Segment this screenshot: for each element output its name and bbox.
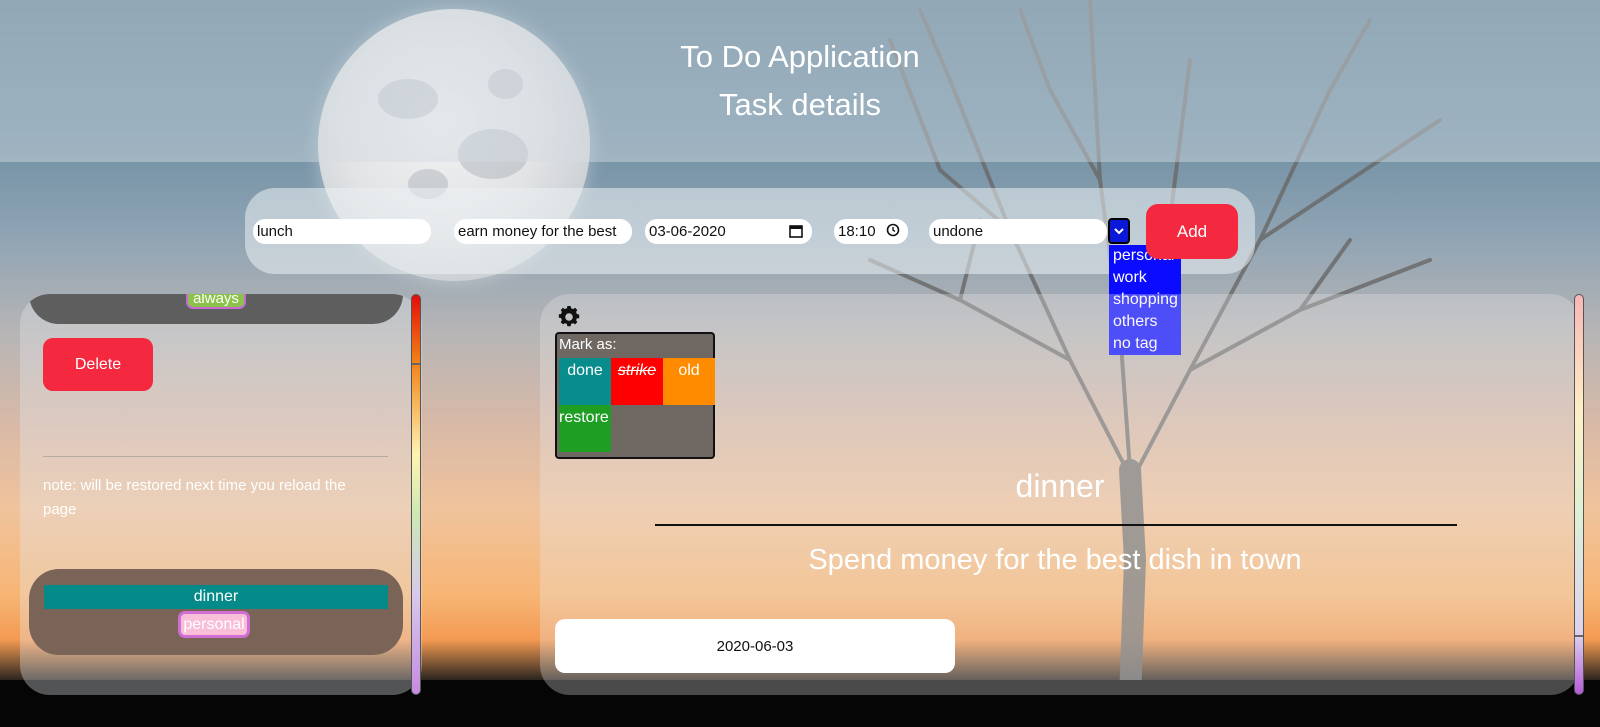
- mark-as-label: Mark as:: [559, 336, 617, 353]
- mark-strike-button[interactable]: strike: [611, 358, 663, 405]
- scrollbar-thumb[interactable]: [1575, 635, 1583, 637]
- task-list-panel: always Delete note: will be restored nex…: [20, 294, 422, 695]
- title-input[interactable]: lunch: [253, 219, 431, 244]
- task-details-panel: Mark as: done strike old restore dinner …: [540, 294, 1580, 695]
- calendar-icon[interactable]: [788, 223, 804, 239]
- task-description: Spend money for the best dish in town: [808, 544, 1302, 576]
- tag-badge: always: [186, 294, 246, 309]
- mark-restore-button[interactable]: restore: [559, 405, 611, 452]
- task-card-title: dinner: [44, 585, 388, 609]
- mark-done-button[interactable]: done: [559, 358, 611, 405]
- gear-icon[interactable]: [556, 304, 582, 330]
- time-input[interactable]: 18:10: [834, 219, 908, 244]
- clock-icon[interactable]: [886, 223, 900, 237]
- divider: [43, 456, 388, 457]
- app-title: To Do Application: [680, 39, 920, 74]
- status-input[interactable]: undone: [929, 219, 1107, 244]
- app-header: To Do Application Task details: [0, 0, 1600, 162]
- description-input[interactable]: earn money for the best: [454, 219, 632, 244]
- task-date: 2020-06-03: [555, 619, 955, 673]
- date-input[interactable]: 03-06-2020: [645, 219, 812, 244]
- mark-old-button[interactable]: old: [663, 358, 715, 405]
- mark-as-menu: Mark as: done strike old restore: [555, 332, 715, 459]
- tag-dropdown-button[interactable]: [1108, 218, 1130, 244]
- task-details-scrollbar[interactable]: [1574, 294, 1584, 695]
- title-divider: [655, 524, 1457, 526]
- delete-button[interactable]: Delete: [43, 338, 153, 391]
- task-list-scrollbar[interactable]: [411, 294, 421, 695]
- task-card[interactable]: dinner personal: [29, 569, 403, 655]
- task-title: dinner: [1015, 468, 1105, 504]
- status-input-value: undone: [933, 223, 984, 240]
- description-input-value: earn money for the best: [458, 223, 617, 240]
- page-title: Task details: [719, 87, 881, 122]
- tag-option-work[interactable]: work: [1113, 267, 1181, 289]
- chevron-down-icon: [1114, 228, 1124, 235]
- date-input-value: 03-06-2020: [649, 223, 726, 240]
- scrollbar-thumb[interactable]: [412, 363, 420, 365]
- restore-note: note: will be restored next time you rel…: [43, 477, 346, 518]
- tag-badge: personal: [178, 611, 250, 638]
- title-input-value: lunch: [257, 223, 293, 240]
- time-input-value: 18:10: [838, 223, 876, 240]
- add-button[interactable]: Add: [1146, 204, 1238, 259]
